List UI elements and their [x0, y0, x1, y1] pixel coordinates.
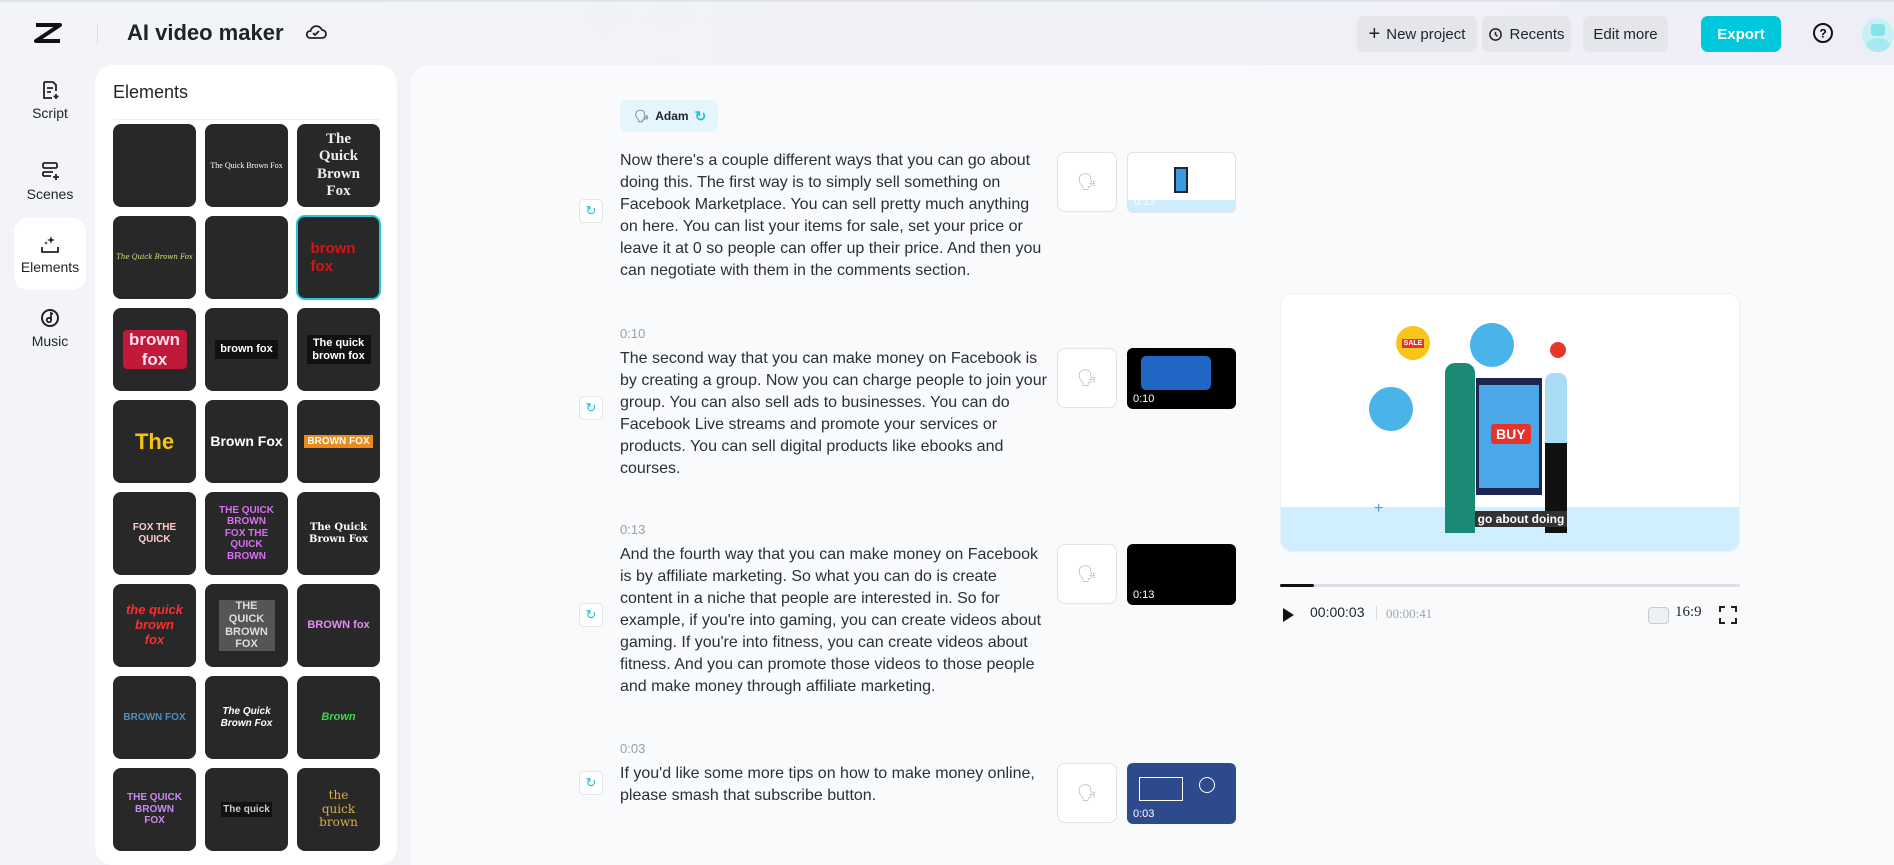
- progress-fill: [1280, 584, 1314, 587]
- element-tile[interactable]: the quick brown fox: [113, 584, 196, 667]
- element-tile[interactable]: The Quick Brown Fox: [113, 216, 196, 299]
- voice-add-icon: 🗣: [1076, 566, 1098, 583]
- svg-text:?: ?: [1819, 27, 1826, 41]
- element-tile[interactable]: Brown Fox: [205, 400, 288, 483]
- voice-selector[interactable]: 🗣 Adam ↻: [620, 100, 718, 132]
- element-tile[interactable]: FOX THE QUICK: [113, 492, 196, 575]
- element-tile[interactable]: the quick brown: [297, 768, 380, 851]
- element-tile[interactable]: The quick brown fox: [297, 308, 380, 391]
- elements-panel-title: Elements: [113, 82, 189, 102]
- scene-text[interactable]: If you'd like some more tips on how to m…: [620, 763, 1050, 807]
- fullscreen-icon[interactable]: [1719, 606, 1737, 624]
- voice-add-icon: 🗣: [1076, 785, 1098, 802]
- play-icon[interactable]: [1282, 608, 1294, 622]
- voice-button[interactable]: 🗣: [1057, 152, 1117, 212]
- rail-item-music[interactable]: Music: [14, 292, 86, 364]
- element-tile[interactable]: THE QUICK BROWN FOX: [113, 768, 196, 851]
- regenerate-button[interactable]: ↻: [579, 603, 603, 627]
- rail-item-scenes[interactable]: Scenes: [14, 145, 86, 217]
- rail-item-script[interactable]: Script: [14, 64, 86, 136]
- element-tile[interactable]: The Quick Brown Fox: [297, 492, 380, 575]
- subtitle-caption: go about doing: [1474, 511, 1568, 527]
- scene-thumbnail[interactable]: 0:13: [1127, 544, 1236, 605]
- voice-button[interactable]: 🗣: [1057, 763, 1117, 823]
- element-tile[interactable]: The Quick Brown Fox: [205, 124, 288, 207]
- scene-thumbnail[interactable]: 0:10: [1127, 348, 1236, 409]
- element-tile[interactable]: BROWN FOX: [113, 676, 196, 759]
- refresh-icon: ↻: [585, 400, 597, 415]
- top-border: [0, 0, 1894, 2]
- plus-icon: +: [1368, 22, 1381, 45]
- edit-more-button[interactable]: Edit more: [1583, 16, 1668, 52]
- avatar[interactable]: [1862, 18, 1894, 52]
- scene-timestamp: 0:13: [620, 522, 646, 537]
- elements-icon: [41, 236, 59, 253]
- video-preview[interactable]: SALE BUY + go about doing: [1280, 293, 1740, 552]
- refresh-icon: ↻: [585, 607, 597, 622]
- scene-thumbnail[interactable]: 0:03: [1127, 763, 1236, 824]
- voice-add-icon: 🗣: [1076, 370, 1098, 387]
- element-tile[interactable]: [113, 124, 196, 207]
- divider: [113, 119, 379, 120]
- element-tile[interactable]: BROWN FOX: [297, 400, 380, 483]
- element-tile[interactable]: [205, 216, 288, 299]
- element-tile[interactable]: brown fox: [113, 308, 196, 391]
- playback-progress[interactable]: [1280, 584, 1740, 587]
- help-icon[interactable]: ?: [1812, 22, 1834, 44]
- total-time: 00:00:41: [1386, 606, 1433, 621]
- script-icon: [43, 81, 59, 99]
- scene-text[interactable]: The second way that you can make money o…: [620, 348, 1050, 480]
- scene-timestamp: 0:03: [620, 741, 646, 756]
- divider: [97, 24, 98, 44]
- refresh-icon: ↻: [585, 203, 597, 218]
- regenerate-button[interactable]: ↻: [579, 199, 603, 223]
- voice-add-icon: 🗣: [1076, 174, 1098, 191]
- new-project-button[interactable]: + New project: [1357, 16, 1477, 52]
- export-button[interactable]: Export: [1701, 16, 1781, 52]
- element-tile[interactable]: brown fox: [205, 308, 288, 391]
- recents-button[interactable]: Recents: [1482, 16, 1571, 52]
- element-tile[interactable]: THE QUICK BROWN FOX THE QUICK BROWN: [205, 492, 288, 575]
- voice-button[interactable]: 🗣: [1057, 348, 1117, 408]
- regenerate-button[interactable]: ↻: [579, 396, 603, 420]
- aspect-ratio-button[interactable]: 16:9: [1675, 604, 1702, 621]
- clock-icon: [1489, 27, 1503, 41]
- scene-text[interactable]: And the fourth way that you can make mon…: [620, 544, 1050, 698]
- element-tile-selected[interactable]: brown fox: [296, 215, 381, 300]
- current-time: 00:00:03: [1310, 604, 1365, 620]
- divider: [1376, 606, 1377, 620]
- scene-thumbnail[interactable]: 0:13: [1127, 152, 1236, 213]
- rail-item-elements[interactable]: Elements: [14, 218, 86, 290]
- element-tile[interactable]: The Quick Brown Fox: [297, 124, 380, 207]
- capcut-logo-icon[interactable]: [34, 22, 62, 44]
- element-tile[interactable]: The Quick Brown Fox: [205, 676, 288, 759]
- element-tile[interactable]: THE QUICK BROWN FOX: [205, 584, 288, 667]
- element-tile[interactable]: BROWN fox: [297, 584, 380, 667]
- aspect-ratio-icon[interactable]: [1648, 607, 1669, 624]
- voice-button[interactable]: 🗣: [1057, 544, 1117, 604]
- element-tile[interactable]: The: [113, 400, 196, 483]
- regenerate-button[interactable]: ↻: [579, 771, 603, 795]
- element-tile[interactable]: Brown: [297, 676, 380, 759]
- scene-timestamp: 0:10: [620, 326, 646, 341]
- music-icon: [41, 309, 59, 327]
- refresh-icon: ↻: [585, 775, 597, 790]
- scenes-icon: [42, 162, 59, 180]
- app-title: AI video maker: [127, 20, 284, 45]
- element-tile[interactable]: The quick: [205, 768, 288, 851]
- elements-grid: The Quick Brown Fox The Quick Brown Fox …: [113, 124, 381, 851]
- voice-icon: 🗣: [634, 109, 650, 123]
- refresh-icon[interactable]: ↻: [695, 108, 707, 125]
- scene-text[interactable]: Now there's a couple different ways that…: [620, 150, 1050, 282]
- cloud-saved-icon[interactable]: [304, 20, 328, 44]
